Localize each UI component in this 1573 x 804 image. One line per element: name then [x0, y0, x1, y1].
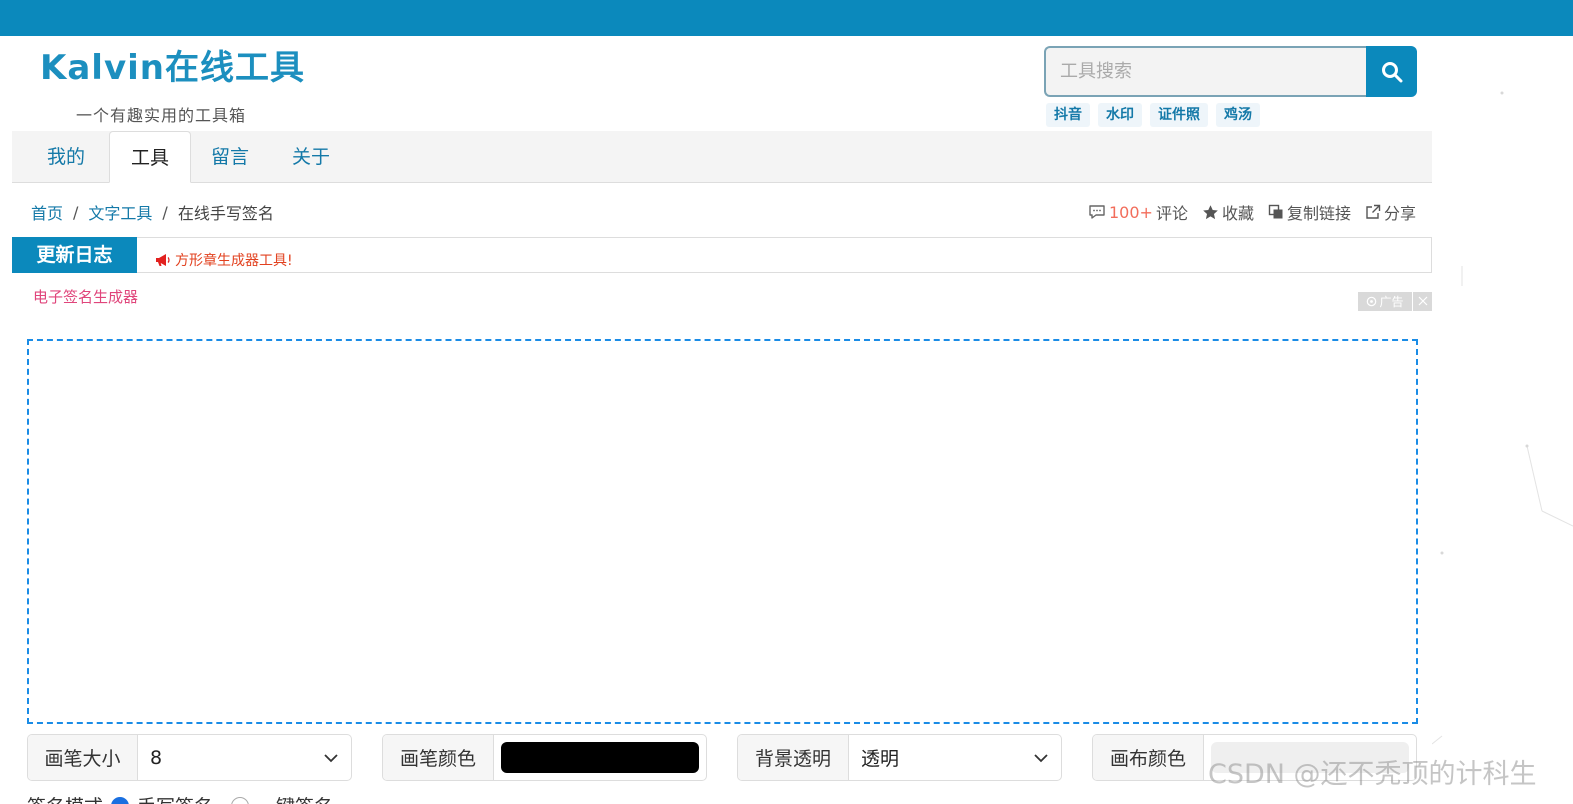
update-log-bar: 更新日志 方形章生成器工具!: [12, 237, 1432, 273]
pen-size-select[interactable]: 8: [138, 735, 351, 780]
hot-tag-quotes[interactable]: 鸡汤: [1216, 103, 1260, 127]
ad-info-icon: [1367, 296, 1377, 307]
breadcrumb-separator: /: [73, 202, 79, 222]
tool-subtitle: 电子签名生成器: [33, 288, 139, 306]
hot-tag-id-photo[interactable]: 证件照: [1150, 103, 1208, 127]
bg-transparent-select[interactable]: 透明: [849, 735, 1061, 780]
mode-option-oneclick[interactable]: 一键签名: [257, 792, 333, 804]
copy-icon: [1268, 204, 1283, 219]
bg-transparent-value: 透明: [861, 748, 900, 770]
search-button[interactable]: [1366, 46, 1417, 97]
page-actions: 100+ 评论 收藏 复制链接 分享: [1088, 200, 1416, 224]
ad-info[interactable]: 广告: [1358, 292, 1413, 311]
update-log-message[interactable]: 方形章生成器工具!: [155, 250, 293, 270]
star-icon: [1203, 204, 1218, 219]
tab-tools[interactable]: 工具: [109, 131, 191, 183]
share-button[interactable]: 分享: [1365, 200, 1416, 224]
ad-label: 广告: [1379, 295, 1404, 309]
copy-link-button[interactable]: 复制链接: [1268, 200, 1351, 224]
search-input[interactable]: [1044, 46, 1366, 97]
breadcrumb-category[interactable]: 文字工具: [88, 200, 152, 224]
main-nav: 我的 工具 留言 关于: [12, 131, 1432, 183]
signature-mode: 签名模式 手写签名 一键签名: [27, 792, 333, 804]
search-icon: [1381, 61, 1402, 82]
megaphone-icon: [156, 254, 170, 266]
bg-transparent-label: 背景透明: [738, 735, 849, 780]
background-decoration: [1431, 36, 1573, 804]
bg-transparent-control: 背景透明 透明: [737, 734, 1062, 781]
pen-size-control: 画笔大小 8: [27, 734, 352, 781]
pen-color-swatch: [501, 742, 699, 773]
hot-tag-watermark[interactable]: 水印: [1098, 103, 1142, 127]
favorite-button[interactable]: 收藏: [1202, 200, 1254, 224]
mode-option-handwrite[interactable]: 手写签名: [137, 792, 213, 804]
tab-messages[interactable]: 留言: [211, 131, 249, 183]
site-logo[interactable]: Kalvin在线工具 一个有趣实用的工具箱: [40, 48, 310, 125]
favorite-label: 收藏: [1221, 204, 1254, 223]
hot-search-tags: 抖音 水印 证件照 鸡汤: [1046, 103, 1260, 127]
tab-about[interactable]: 关于: [292, 131, 330, 183]
copy-link-label: 复制链接: [1286, 204, 1351, 223]
comment-label: 评论: [1155, 204, 1188, 223]
mode-radio-oneclick[interactable]: [231, 796, 250, 804]
chevron-down-icon: [324, 753, 338, 762]
ad-badge: 广告: [1358, 292, 1432, 311]
breadcrumb-home[interactable]: 首页: [31, 200, 63, 224]
chevron-down-icon: [1034, 753, 1048, 762]
comment-icon: [1089, 205, 1105, 219]
top-bar: [0, 0, 1573, 36]
pen-color-label: 画笔颜色: [383, 735, 494, 780]
pen-color-picker[interactable]: [494, 735, 706, 780]
signature-canvas[interactable]: [27, 339, 1418, 724]
csdn-watermark: CSDN @还不秃顶的计科生: [1208, 759, 1537, 790]
share-label: 分享: [1383, 204, 1416, 223]
update-log-text: 方形章生成器工具!: [175, 253, 293, 269]
close-icon: [1418, 296, 1427, 305]
pen-color-control: 画笔颜色: [382, 734, 707, 781]
tab-mine[interactable]: 我的: [47, 131, 85, 183]
comment-count: 100+: [1108, 202, 1153, 222]
logo-tagline: 一个有趣实用的工具箱: [76, 106, 247, 125]
update-log-label: 更新日志: [12, 237, 137, 273]
breadcrumb: 首页 / 文字工具 / 在线手写签名: [31, 200, 274, 224]
share-icon: [1366, 204, 1381, 219]
pen-size-label: 画笔大小: [28, 735, 138, 780]
breadcrumb-separator: /: [162, 202, 168, 222]
mode-radio-handwrite[interactable]: [111, 796, 130, 804]
ad-close-button[interactable]: [1413, 295, 1432, 309]
canvas-color-label: 画布颜色: [1093, 735, 1204, 780]
logo-title: Kalvin在线工具: [40, 48, 305, 88]
comments-link[interactable]: 100+ 评论: [1088, 200, 1188, 224]
page-container: Kalvin在线工具 一个有趣实用的工具箱 抖音 水印 证件照 鸡汤 我的 工具…: [12, 36, 1432, 804]
breadcrumb-current: 在线手写签名: [177, 204, 274, 223]
hot-tag-douyin[interactable]: 抖音: [1046, 103, 1090, 127]
pen-size-value: 8: [150, 746, 163, 769]
signature-mode-label: 签名模式: [27, 792, 103, 804]
search-box: [1044, 46, 1417, 97]
